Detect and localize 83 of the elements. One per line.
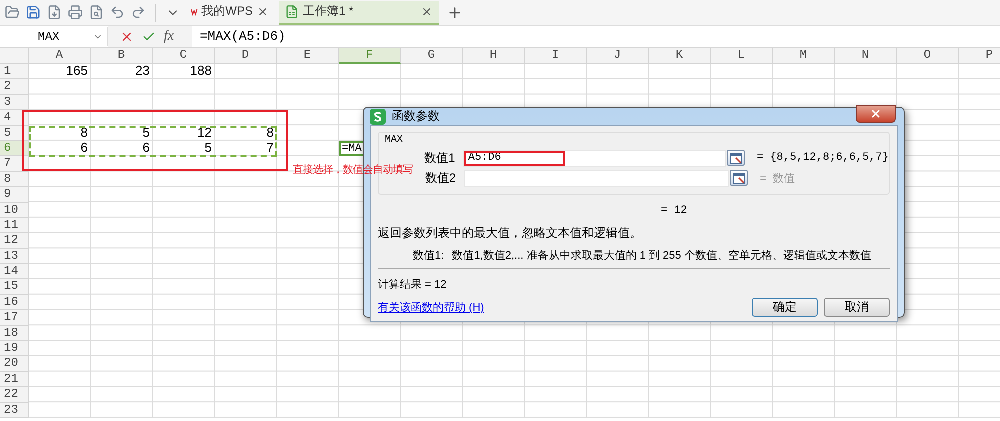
row-header[interactable]: 20	[0, 356, 29, 372]
row-header[interactable]: 15	[0, 279, 29, 295]
formula-result: = 12	[661, 205, 688, 217]
table-cell-text: 5	[142, 126, 151, 141]
row-header[interactable]: 7	[0, 156, 29, 172]
table-cell-text: 6	[80, 140, 89, 156]
table-cell-text: 8	[80, 126, 89, 141]
function-description: 返回参数列表中的最大值，忽略文本值和逻辑值。	[378, 225, 642, 242]
column-header[interactable]: G	[401, 48, 463, 64]
column-header[interactable]: I	[525, 48, 587, 64]
redo-icon[interactable]	[130, 5, 147, 20]
row-header[interactable]: 12	[0, 233, 29, 249]
argument-result: = 数值	[760, 172, 796, 186]
row-header[interactable]: 17	[0, 310, 29, 326]
help-link[interactable]: 有关该函数的帮助 (H)	[378, 300, 746, 315]
column-header[interactable]: P	[959, 48, 1000, 64]
argument-field[interactable]: A5:D6	[463, 150, 726, 166]
document-tab[interactable]: 我的WPS	[185, 0, 275, 24]
formula-field[interactable]: =MAX(A5:D6)	[192, 29, 1000, 44]
column-header[interactable]: M	[773, 48, 835, 64]
close-tab-icon[interactable]	[257, 6, 269, 18]
dialog-title: 函数参数	[392, 108, 441, 125]
new-tab-icon[interactable]	[447, 4, 463, 20]
row-header[interactable]: 2	[0, 79, 29, 95]
row-header[interactable]: 4	[0, 110, 29, 126]
row-header[interactable]: 22	[0, 387, 29, 403]
column-header[interactable]: K	[649, 48, 711, 64]
app-logo-icon	[370, 108, 386, 124]
range-picker-button[interactable]	[730, 170, 748, 186]
row-header[interactable]: 13	[0, 248, 29, 264]
document-tab[interactable]: 工作簿1 *	[279, 0, 439, 24]
column-header[interactable]: L	[711, 48, 773, 64]
table-cell-text: 165	[65, 64, 89, 80]
row-header[interactable]: 1	[0, 64, 29, 80]
undo-icon[interactable]	[109, 5, 126, 20]
row-header[interactable]: 10	[0, 202, 29, 218]
insert-function-button[interactable]: fx	[164, 28, 174, 44]
row-header[interactable]: 18	[0, 326, 29, 342]
export-icon[interactable]	[46, 5, 63, 20]
row-header[interactable]: 3	[0, 94, 29, 110]
range-picker-button[interactable]	[727, 150, 745, 166]
row-header[interactable]: 19	[0, 341, 29, 356]
row-header[interactable]: 9	[0, 187, 29, 203]
column-header[interactable]: J	[587, 48, 649, 64]
argument-field[interactable]	[464, 170, 729, 186]
table-cell-text: 5	[204, 140, 213, 156]
argument-help-label: 数值1:	[413, 249, 444, 263]
argument-help: 数值1,数值2,... 准备从中求取最大值的 1 到 255 个数值、空单元格、逻辑值或文本数值	[452, 248, 872, 263]
table-cell-text: 7	[266, 140, 275, 156]
save-icon[interactable]	[25, 5, 42, 20]
table-cell-text: 8	[266, 126, 275, 141]
row-header[interactable]: 23	[0, 402, 29, 418]
table-cell-text: 188	[189, 64, 213, 80]
column-header[interactable]: C	[153, 48, 215, 64]
row-header[interactable]: 14	[0, 264, 29, 280]
close-tab-icon[interactable]	[421, 6, 433, 18]
ok-button[interactable]: 确定	[752, 298, 818, 317]
close-icon[interactable]	[870, 108, 882, 120]
column-header[interactable]: B	[91, 48, 153, 64]
column-header[interactable]: H	[463, 48, 525, 64]
row-header[interactable]: 16	[0, 294, 29, 310]
row-header[interactable]: 8	[0, 172, 29, 188]
column-header[interactable]: E	[277, 48, 339, 64]
print-preview-icon[interactable]	[88, 5, 105, 20]
spreadsheet-icon	[285, 4, 299, 18]
table-cell-text: 12	[196, 126, 213, 141]
print-icon[interactable]	[67, 5, 84, 20]
column-header[interactable]: N	[835, 48, 897, 64]
range-picker-icon	[730, 152, 742, 164]
table-cell-text: 6	[142, 140, 151, 156]
column-header[interactable]: A	[29, 48, 91, 64]
argument-result: = {8,5,12,8;6,6,5,7}	[756, 152, 889, 164]
close-button[interactable]	[856, 104, 896, 122]
table-cell-text: 23	[134, 64, 151, 80]
row-header[interactable]: 21	[0, 372, 29, 388]
column-header[interactable]: O	[897, 48, 959, 64]
row-header[interactable]: 11	[0, 218, 29, 234]
range-picker-icon	[733, 172, 745, 184]
open-folder-icon[interactable]	[4, 5, 21, 20]
cancel-button[interactable]: 取消	[824, 298, 890, 317]
argument-label: 数值1	[424, 150, 456, 166]
calculation-result: 计算结果 = 12	[378, 278, 447, 292]
column-header[interactable]: D	[215, 48, 277, 64]
